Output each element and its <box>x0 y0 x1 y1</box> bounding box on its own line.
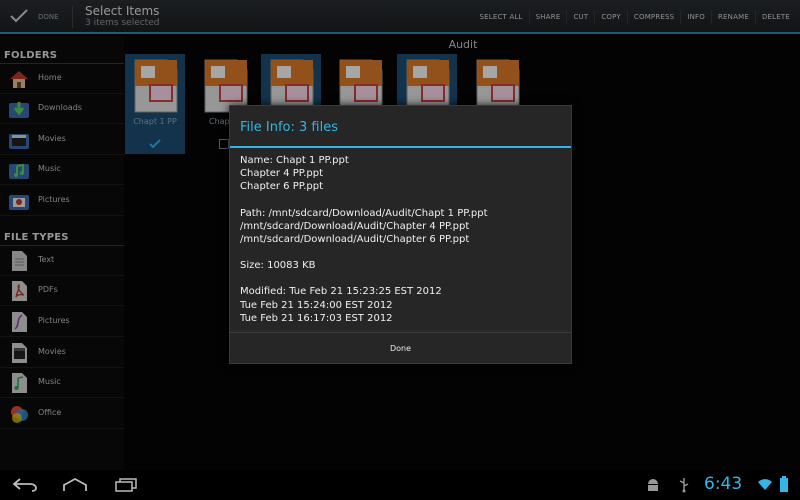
dialog-footer: Done <box>230 332 571 364</box>
file-info-dialog: File Info: 3 files Name: Chapt 1 PP.ppt … <box>229 105 572 364</box>
divider <box>230 146 571 148</box>
file-size-line: Size: 10083 KB <box>240 260 316 272</box>
dialog-done-button[interactable]: Done <box>230 333 571 365</box>
dialog-title: File Info: 3 files <box>240 120 338 135</box>
file-path-line: /mnt/sdcard/Download/Audit/Chapter 6 PP.… <box>240 234 470 246</box>
file-path-line: Path: /mnt/sdcard/Download/Audit/Chapt 1… <box>240 207 488 219</box>
battery-icon <box>780 476 788 492</box>
modified-line: Modified: Tue Feb 21 15:23:25 EST 2012 <box>240 286 442 298</box>
back-icon[interactable] <box>12 478 38 492</box>
modified-line: Tue Feb 21 15:24:00 EST 2012 <box>240 299 393 311</box>
system-nav-bar <box>0 470 800 500</box>
recent-apps-icon[interactable] <box>114 478 138 492</box>
file-path-line: /mnt/sdcard/Download/Audit/Chapter 4 PP.… <box>240 220 470 232</box>
android-debug-icon <box>648 479 658 491</box>
home-button-icon[interactable] <box>62 478 88 492</box>
file-name-line: Chapter 4 PP.ppt <box>240 168 323 180</box>
status-clock: 6:43 <box>704 474 743 494</box>
wifi-icon <box>758 479 772 490</box>
dialog-body: Name: Chapt 1 PP.ppt Chapter 4 PP.ppt Ch… <box>240 154 565 325</box>
file-name-line: Chapter 6 PP.ppt <box>240 181 323 193</box>
file-name-line: Name: Chapt 1 PP.ppt <box>240 155 349 166</box>
usb-icon <box>679 478 689 493</box>
modified-line: Tue Feb 21 16:17:03 EST 2012 <box>240 312 393 324</box>
